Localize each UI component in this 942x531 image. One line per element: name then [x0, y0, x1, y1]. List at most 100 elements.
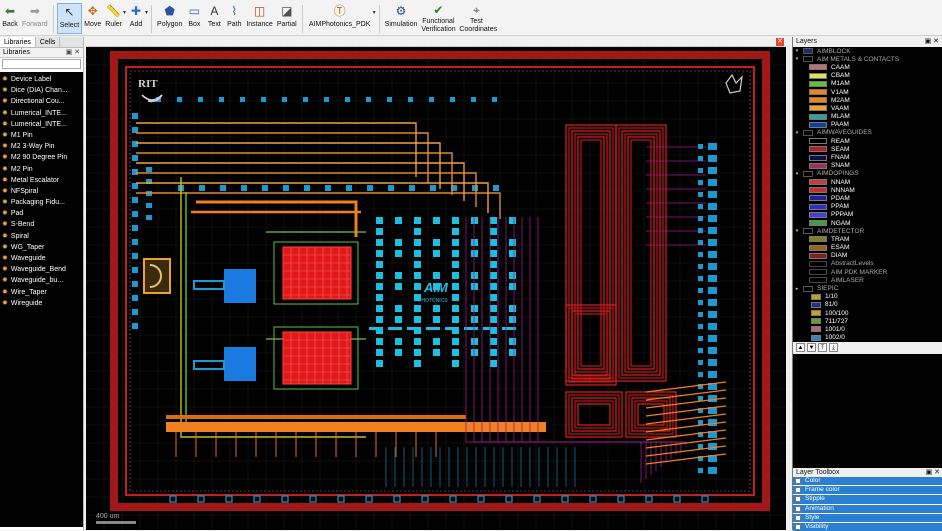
layer-row[interactable]: NNNAM — [793, 186, 942, 194]
layer-row[interactable]: CAAM — [793, 63, 942, 71]
library-item[interactable]: ✹ Dice (DIA) Chan... — [0, 85, 83, 96]
layer-row[interactable]: PPAM — [793, 203, 942, 211]
layer-row[interactable]: 1001/0 — [793, 325, 942, 333]
toolbar-path-button[interactable]: ⌇ Path — [224, 3, 244, 34]
layer-row[interactable]: ▾ AIMBLOCK — [793, 47, 942, 55]
layer-row[interactable]: SEAM — [793, 145, 942, 153]
toolbar-partial-button[interactable]: ◪ Partial — [275, 3, 299, 34]
expand-icon[interactable]: ▸ — [793, 286, 801, 292]
layer-row[interactable]: FNAM — [793, 153, 942, 161]
toolbox-style[interactable]: Style — [793, 513, 942, 522]
layer-row[interactable]: PAAM — [793, 121, 942, 129]
toolbox-checkbox[interactable] — [795, 514, 801, 521]
layer-row[interactable]: ESAM — [793, 244, 942, 252]
toolbar-add-button[interactable]: ✚ Add — [126, 3, 146, 34]
toolbar-polygon-button[interactable]: ⬟ Polygon — [155, 3, 184, 34]
toolbar-move-button[interactable]: ✥ Move — [82, 3, 103, 34]
toolbox-stipple[interactable]: Stipple — [793, 495, 942, 504]
toolbar-back-button[interactable]: ⬅ Back — [0, 3, 20, 34]
panel-float-close-icon[interactable]: ▣ ✕ — [66, 48, 80, 58]
library-item[interactable]: ✹ M1 Pin — [0, 130, 83, 141]
toolbar-instance-button[interactable]: ◫ Instance — [244, 3, 274, 34]
toolbar-box-button[interactable]: ▭ Box — [184, 3, 204, 34]
layout-view[interactable]: AIM PHOTONICS RIT — [86, 47, 786, 530]
layer-row[interactable]: V1AM — [793, 88, 942, 96]
library-item[interactable]: ✹ Spiral — [0, 231, 83, 242]
layer-row[interactable]: 1/10 — [793, 293, 942, 301]
tab-libraries[interactable]: Libraries — [0, 37, 36, 47]
toolbar-test-coordinates-button[interactable]: ⌖ Test Coordinates — [457, 3, 497, 34]
layer-row[interactable]: M1AM — [793, 80, 942, 88]
toolbar-functional-verification-button[interactable]: ✔ Functional Verification — [419, 3, 457, 34]
layout-canvas[interactable]: ✕ AIM PHOTONICS RIT 400 um — [86, 37, 786, 530]
library-item[interactable]: ✹ Packaging Fidu... — [0, 197, 83, 208]
toolbox-checkbox[interactable] — [795, 487, 801, 494]
layer-row[interactable]: SNAM — [793, 162, 942, 170]
layer-bottom-icon[interactable]: ⤓ — [829, 343, 838, 353]
toolbox-animation[interactable]: Animation — [793, 504, 942, 513]
library-item[interactable]: ✹ Metal Escalator — [0, 175, 83, 186]
expand-icon[interactable]: ▾ — [793, 228, 801, 234]
layer-row[interactable]: AIM PDK MARKER — [793, 268, 942, 276]
layer-top-icon[interactable]: ⤒ — [818, 343, 827, 353]
toolbox-checkbox[interactable] — [795, 524, 801, 531]
layer-row[interactable]: AbstractLevels — [793, 260, 942, 268]
layer-row[interactable]: 100/100 — [793, 309, 942, 317]
library-item[interactable]: ✹ Waveguide_Bend — [0, 264, 83, 275]
toolbar-aimphotonics-pdk-button[interactable]: Ⓣ AIMPhotonics_PDK — [306, 3, 374, 34]
layer-row[interactable]: PPPAM — [793, 211, 942, 219]
layer-row[interactable]: NGAM — [793, 219, 942, 227]
toolbar-select-button[interactable]: ↖ Select — [56, 3, 83, 34]
layer-row[interactable]: VAAM — [793, 104, 942, 112]
library-item[interactable]: ✹ Directional Cou... — [0, 96, 83, 107]
toolbar-ruler-button[interactable]: 📏 Ruler — [103, 3, 124, 34]
layer-row[interactable]: CBAM — [793, 72, 942, 80]
tab-cells[interactable]: Cells — [36, 37, 61, 47]
library-item[interactable]: ✹ M2 Pin — [0, 164, 83, 175]
library-item[interactable]: ✹ Wireguide — [0, 298, 83, 309]
expand-icon[interactable]: ▾ — [793, 130, 801, 136]
toolbox-color[interactable]: Color — [793, 477, 942, 486]
library-item[interactable]: ✹ M2 3-Way Pin — [0, 141, 83, 152]
library-item[interactable]: ✹ Lumerical_INTE... — [0, 108, 83, 119]
layer-row[interactable]: ▸ SIEPIC — [793, 284, 942, 292]
layer-row[interactable]: ▾ AIMDOPINGS — [793, 170, 942, 178]
library-item[interactable]: ✹ Wire_Taper — [0, 287, 83, 298]
toolbox-checkbox[interactable] — [795, 505, 801, 512]
layer-up-icon[interactable]: ▲ — [796, 343, 805, 353]
library-item[interactable]: ✹ M2 90 Degree Pin — [0, 152, 83, 163]
library-item[interactable]: ✹ Device Label — [0, 74, 83, 85]
layer-row[interactable]: M2AM — [793, 96, 942, 104]
toolbox-checkbox[interactable] — [795, 496, 801, 503]
layer-row[interactable]: NNAM — [793, 178, 942, 186]
library-item[interactable]: ✹ Lumerical_INTE... — [0, 119, 83, 130]
layer-row[interactable]: ▾ AIMDETECTOR — [793, 227, 942, 235]
layer-row[interactable]: MLAM — [793, 113, 942, 121]
toolbox-float-close-icon[interactable]: ▣ ✕ — [926, 468, 940, 477]
toolbar-simulation-button[interactable]: ⚙ Simulation — [383, 3, 420, 34]
layer-row[interactable]: ▾ AIMWAVEGUIDES — [793, 129, 942, 137]
library-item[interactable]: ✹ Waveguide — [0, 253, 83, 264]
layer-row[interactable]: 711/727 — [793, 317, 942, 325]
layer-row[interactable]: 81/0 — [793, 301, 942, 309]
library-search-input[interactable] — [2, 59, 81, 69]
layer-row[interactable]: AIMLASER — [793, 276, 942, 284]
library-item[interactable]: ✹ S-Bend — [0, 219, 83, 230]
dropdown-icon[interactable]: ▾ — [373, 9, 376, 16]
library-item[interactable]: ✹ Waveguide_bu... — [0, 275, 83, 286]
library-item[interactable]: ✹ NFSpiral — [0, 186, 83, 197]
library-item[interactable]: ✹ WG_Taper — [0, 242, 83, 253]
expand-icon[interactable]: ▾ — [793, 56, 801, 62]
layer-row[interactable]: ▾ AIM METALS & CONTACTS — [793, 55, 942, 63]
close-view-icon[interactable]: ✕ — [776, 38, 784, 46]
expand-icon[interactable]: ▾ — [793, 171, 801, 177]
dropdown-icon[interactable]: ▾ — [145, 9, 148, 16]
layer-row[interactable]: DIAM — [793, 252, 942, 260]
toolbox-frame-color[interactable]: Frame color — [793, 486, 942, 495]
layer-row[interactable]: PDAM — [793, 194, 942, 202]
layer-row[interactable]: TRAM — [793, 235, 942, 243]
layer-row[interactable]: 1002/0 — [793, 334, 942, 342]
toolbox-checkbox[interactable] — [795, 478, 801, 485]
layers-float-close-icon[interactable]: ▣ ✕ — [925, 37, 939, 47]
layer-row[interactable]: REAM — [793, 137, 942, 145]
